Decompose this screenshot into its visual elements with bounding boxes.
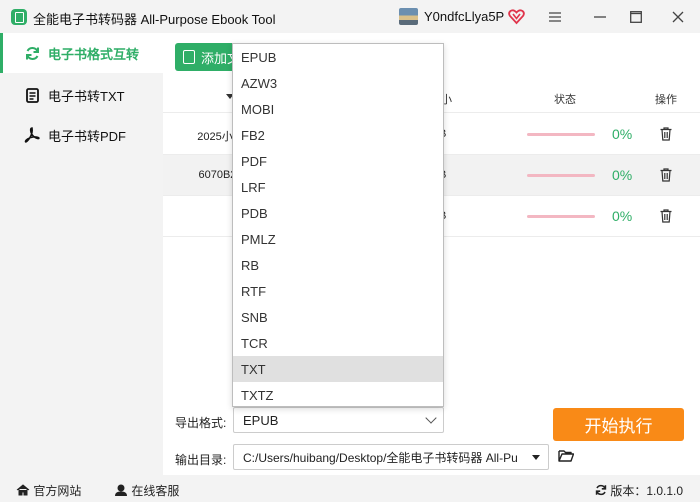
website-link[interactable]: 官方网站 [16,482,81,499]
delete-icon[interactable] [660,209,672,223]
title-bar: 全能电子书转码器 All-Purpose Ebook Tool Y0ndfcLl… [0,0,700,33]
chevron-down-icon [425,412,437,424]
output-dir-label: 输出目录: [175,453,227,467]
format-option[interactable]: RTF [233,278,443,304]
format-option[interactable]: RB [233,252,443,278]
format-option[interactable]: PMLZ [233,226,443,252]
export-format-label: 导出格式: [175,416,227,430]
version-info[interactable]: 版本：1.0.1.0 [595,482,683,499]
document-icon [24,87,40,103]
version-number: 1.0.1.0 [646,484,684,498]
support-link[interactable]: 在线客服 [114,482,179,499]
format-option[interactable]: PDB [233,200,443,226]
maximize-icon[interactable] [626,7,646,27]
hamburger-menu-icon[interactable] [545,7,565,27]
format-option[interactable]: AZW3 [233,70,443,96]
column-action: 操作 [655,94,677,106]
progress-percent: 0% [612,167,633,183]
format-option[interactable]: TCR [233,330,443,356]
format-option[interactable]: PDF [233,148,443,174]
delete-icon[interactable] [660,127,672,141]
format-dropdown-list[interactable]: EPUB AZW3 MOBI FB2 PDF LRF PDB PMLZ RB R… [232,43,444,407]
output-dir-select[interactable]: C:/Users/huibang/Desktop/全能电子书转码器 All-Pu [233,444,549,470]
minimize-icon[interactable] [590,7,610,27]
sidebar-item-label: 电子书格式互转 [48,46,140,62]
close-icon[interactable] [668,7,688,27]
sidebar: 电子书格式互转 电子书转TXT 电子书转PDF [0,33,163,475]
support-label: 在线客服 [131,484,180,498]
sidebar-item-format-convert[interactable]: 电子书格式互转 [0,33,163,73]
format-option[interactable]: EPUB [233,44,443,70]
refresh-icon [24,45,40,61]
user-avatar[interactable] [399,8,418,25]
output-dir-value: C:/Users/huibang/Desktop/全能电子书转码器 All-Pu [243,450,518,465]
add-file-icon [183,50,195,64]
format-option[interactable]: FB2 [233,122,443,148]
format-select[interactable]: EPUB [233,407,444,433]
dropdown-arrow-icon [532,455,540,460]
column-status: 状态 [554,94,576,106]
vip-heart-icon[interactable] [508,8,525,25]
home-icon [16,484,30,496]
progress-bar [527,133,595,136]
format-option[interactable]: MOBI [233,96,443,122]
sidebar-item-to-txt[interactable]: 电子书转TXT [0,75,163,115]
website-label: 官方网站 [33,484,82,498]
sidebar-item-label: 电子书转TXT [48,88,125,104]
version-label: 版本： [610,484,647,498]
headset-icon [115,484,127,496]
progress-bar [527,215,595,218]
folder-icon[interactable] [558,449,574,462]
format-option[interactable]: LRF [233,174,443,200]
pdf-icon [24,127,40,143]
progress-percent: 0% [612,126,633,142]
app-logo-icon [11,9,27,25]
format-option[interactable]: TXTZ [233,382,443,406]
format-option[interactable]: SNB [233,304,443,330]
footer: 官方网站 在线客服 版本：1.0.1.0 [0,475,700,502]
start-button[interactable]: 开始执行 [553,408,684,441]
delete-icon[interactable] [660,168,672,182]
sidebar-item-label: 电子书转PDF [48,128,127,144]
user-name[interactable]: Y0ndfcLlya5P [424,9,504,24]
progress-percent: 0% [612,208,633,224]
app-title: 全能电子书转码器 All-Purpose Ebook Tool [33,12,276,27]
update-icon [595,484,607,496]
sidebar-item-to-pdf[interactable]: 电子书转PDF [0,115,163,155]
progress-bar [527,174,595,177]
format-option-highlighted[interactable]: TXT [233,356,443,382]
format-select-value: EPUB [243,412,279,428]
